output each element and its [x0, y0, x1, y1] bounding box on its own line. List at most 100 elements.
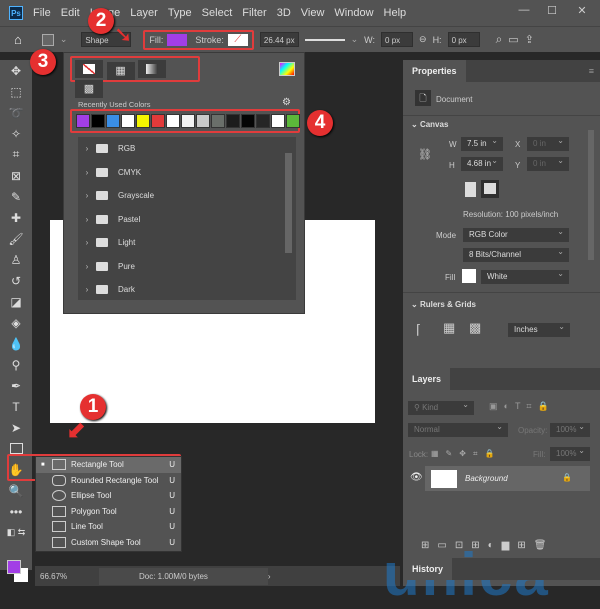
settings-gear-icon[interactable]: ⚙ [282, 97, 291, 108]
landscape-icon[interactable] [481, 180, 499, 198]
menu-select[interactable]: Select [202, 7, 233, 19]
layer-name[interactable]: Background [465, 474, 508, 483]
menu-window[interactable]: Window [334, 7, 373, 19]
canvas-section-title[interactable]: ⌄ Canvas [411, 120, 448, 129]
properties-scrollbar[interactable] [588, 130, 594, 260]
zoom-tool-icon[interactable]: 🔍 [0, 480, 32, 501]
link-icon[interactable]: ⊖ [419, 34, 427, 45]
history-brush-icon[interactable]: ↺ [0, 270, 32, 291]
eyedropper-tool-icon[interactable]: ✎ [0, 186, 32, 207]
home-icon[interactable]: ⌂ [14, 32, 22, 47]
color-mode-select[interactable]: RGB Color [463, 225, 569, 242]
swatch-folder[interactable]: › Dark [78, 278, 296, 302]
menu-view[interactable]: View [301, 7, 325, 19]
canvas-width-input[interactable]: 7.5 in [461, 134, 503, 151]
layer-kind-filter[interactable]: ⚲ Kind [408, 398, 474, 415]
color-swatch[interactable] [241, 114, 255, 128]
properties-tab[interactable]: Properties [403, 60, 466, 82]
flyout-item[interactable]: ■ Rectangle Tool U [36, 457, 181, 473]
color-swatch[interactable] [136, 114, 150, 128]
magic-wand-tool-icon[interactable]: ✧ [0, 123, 32, 144]
color-swatch[interactable] [76, 114, 90, 128]
eraser-tool-icon[interactable]: ◪ [0, 291, 32, 312]
canvas-fill-swatch[interactable] [462, 269, 476, 283]
history-tab[interactable]: History [403, 558, 453, 580]
flyout-item[interactable]: Rounded Rectangle Tool U [36, 473, 181, 489]
marquee-tool-icon[interactable]: ⬚ [0, 81, 32, 102]
dodge-tool-icon[interactable]: ⚲ [0, 354, 32, 375]
workspace-icon[interactable]: ▭ [508, 33, 518, 46]
stroke-swatch[interactable]: ⟋ [227, 33, 248, 46]
no-color-tab[interactable] [75, 60, 103, 78]
paint-bucket-icon[interactable]: ◈ [0, 312, 32, 333]
brush-tool-icon[interactable]: 🖌 [0, 228, 32, 249]
chevron-right-icon[interactable]: › [78, 191, 96, 200]
canvas-height-input[interactable]: 4.68 in [461, 154, 503, 171]
layer-filter-icons[interactable]: ▣◐T⌗🔒 [489, 401, 555, 412]
stamp-tool-icon[interactable]: ♙ [0, 249, 32, 270]
crop-tool-icon[interactable]: ⌗ [0, 144, 32, 165]
gradient-tab[interactable] [138, 60, 167, 78]
color-swatch[interactable] [286, 114, 300, 128]
width-input[interactable]: 0 px [381, 32, 414, 47]
scrollbar[interactable] [285, 153, 292, 253]
canvas-fill-select[interactable]: White [481, 267, 569, 284]
foreground-color-swatch[interactable] [7, 560, 21, 574]
solid-color-tab[interactable]: ▦ [106, 61, 135, 80]
flyout-item[interactable]: Custom Shape Tool U [36, 535, 181, 551]
color-swatch[interactable] [121, 114, 135, 128]
blur-tool-icon[interactable]: 💧 [0, 333, 32, 354]
pattern-tab[interactable]: ▩ [75, 79, 103, 98]
color-swatch[interactable] [91, 114, 105, 128]
portrait-icon[interactable] [465, 182, 476, 197]
chevron-right-icon[interactable]: › [78, 215, 96, 224]
ruler-icon[interactable]: ⌈ [416, 322, 421, 338]
color-swatch[interactable] [256, 114, 270, 128]
swap-colors-icon[interactable]: ◧ ⇆ [0, 522, 32, 543]
flyout-item[interactable]: Polygon Tool U [36, 504, 181, 520]
stroke-type-select[interactable] [304, 38, 345, 41]
grid-icon[interactable]: ▦ [443, 320, 455, 336]
chevron-right-icon[interactable]: › [78, 168, 96, 177]
height-input[interactable]: 0 px [447, 32, 480, 47]
swatch-folder[interactable]: › RGB [78, 137, 296, 161]
close-button[interactable]: ✕ [572, 4, 592, 20]
move-tool-icon[interactable]: ✥ [0, 60, 32, 81]
color-swatch[interactable] [226, 114, 240, 128]
swatch-folder[interactable]: › Pastel [78, 208, 296, 232]
more-tools-icon[interactable]: ••• [0, 501, 32, 522]
swatch-folder[interactable]: › Pure [78, 255, 296, 279]
color-swatch[interactable] [151, 114, 165, 128]
ruler-units-select[interactable]: Inches [508, 320, 570, 337]
menu-filter[interactable]: Filter [242, 7, 266, 19]
frame-tool-icon[interactable]: ⊠ [0, 165, 32, 186]
healing-brush-icon[interactable]: ✚ [0, 207, 32, 228]
menu-help[interactable]: Help [384, 7, 407, 19]
menu-layer[interactable]: Layer [130, 7, 158, 19]
menu-type[interactable]: Type [168, 7, 192, 19]
color-picker-icon[interactable] [279, 62, 295, 76]
swatch-folder[interactable]: › Light [78, 231, 296, 255]
panel-menu-icon[interactable]: ≡ [589, 66, 594, 76]
color-swatch[interactable] [106, 114, 120, 128]
shape-preset-picker[interactable] [41, 33, 54, 46]
color-swatch[interactable] [211, 114, 225, 128]
chevron-right-icon[interactable]: › [78, 285, 96, 294]
color-swatch[interactable] [181, 114, 195, 128]
menu-3d[interactable]: 3D [277, 7, 291, 19]
share-icon[interactable]: ⇪ [525, 33, 534, 46]
zoom-level[interactable]: 66.67% [35, 572, 99, 581]
chevron-right-icon[interactable]: › [78, 262, 96, 271]
link-dimensions-icon[interactable]: ⛓ [418, 148, 432, 161]
path-selection-icon[interactable]: ➤ [0, 417, 32, 438]
color-swatch[interactable] [166, 114, 180, 128]
guides-icon[interactable]: ▩ [469, 320, 481, 336]
chevron-right-icon[interactable]: › [78, 238, 96, 247]
stroke-width-input[interactable]: 26.44 px [259, 32, 299, 47]
status-arrow-icon[interactable]: › [268, 572, 271, 581]
pen-tool-icon[interactable]: ✒ [0, 375, 32, 396]
search-icon[interactable]: ⌕ [496, 32, 503, 47]
bit-depth-select[interactable]: 8 Bits/Channel [463, 245, 569, 262]
color-swatch[interactable] [196, 114, 210, 128]
swatch-folder[interactable]: › Grayscale [78, 184, 296, 208]
